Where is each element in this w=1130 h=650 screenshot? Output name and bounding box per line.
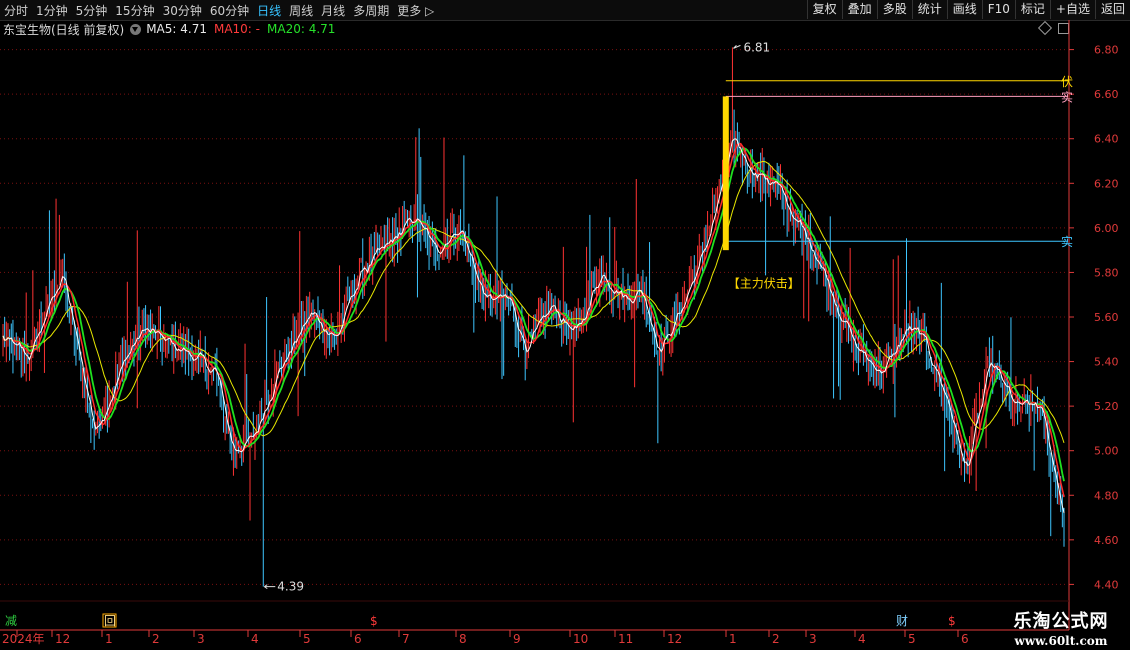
y-tick-label: 6.40 [1094,133,1119,146]
y-tick-label: 5.80 [1094,266,1119,279]
y-tick-label: 5.20 [1094,400,1119,413]
y-tick-label: 6.60 [1094,88,1119,101]
x-tick-label: 12 [667,632,682,646]
ma-slow-line [2,161,1065,444]
x-tick-label: 5 [303,632,311,646]
x-tick-label: 4 [858,632,866,646]
x-tick-label: 9 [513,632,521,646]
x-tick-label: 1 [729,632,737,646]
level-line-label: 伏 [1061,75,1073,89]
low-arrow [263,584,276,590]
kline-chart[interactable]: 6.80 6.60 6.40 6.20 6.00 5.80 5.60 5.40 5.20 5.00… [0,0,1130,650]
x-tick-label: 1 [105,632,113,646]
x-tick-label: 4 [251,632,259,646]
event-marker: $ [948,614,956,628]
event-marker: 回 [104,614,116,628]
watermark-title: 乐淘公式网 [1013,611,1109,632]
event-marker: 减 [5,614,17,628]
x-tick-label: 11 [618,632,633,646]
high-arrow [733,44,741,49]
x-tick-label: 8 [459,632,467,646]
x-tick-label: 2 [772,632,780,646]
watermark: 乐淘公式网 www.60lt.com [996,607,1126,648]
y-tick-label: 4.60 [1094,534,1119,547]
x-tick-label: 10 [573,632,588,646]
y-tick-label: 6.00 [1094,222,1119,235]
level-line-label: 实 [1061,89,1073,104]
x-tick-label: 7 [402,632,410,646]
watermark-url: www.60lt.com [1014,634,1108,648]
high-price-label: 6.81 [743,40,770,54]
y-tick-label: 4.40 [1094,578,1119,591]
x-tick-label: 12 [55,632,70,646]
event-marker: $ [370,614,378,628]
y-tick-label: 4.80 [1094,489,1119,502]
x-tick-label: 5 [908,632,916,646]
x-tick-label: 6 [354,632,362,646]
x-tick-label: 3 [809,632,817,646]
y-tick-label: 5.40 [1094,356,1119,369]
y-tick-label: 5.60 [1094,311,1119,324]
level-line-label: 实 [1061,234,1073,249]
signal-bar [722,96,729,251]
x-tick-label: 6 [961,632,969,646]
x-tick-label: 2 [152,632,160,646]
candles [2,47,1065,587]
event-marker: 财 [896,614,908,628]
y-tick-label: 6.80 [1094,44,1119,57]
low-price-label: 4.39 [277,580,304,594]
x-tick-label: 2024年 [2,632,45,646]
signal-label: 【主力伏击】 [728,277,800,291]
y-tick-label: 6.20 [1094,177,1119,190]
y-tick-label: 5.00 [1094,445,1119,458]
x-tick-label: 3 [197,632,205,646]
